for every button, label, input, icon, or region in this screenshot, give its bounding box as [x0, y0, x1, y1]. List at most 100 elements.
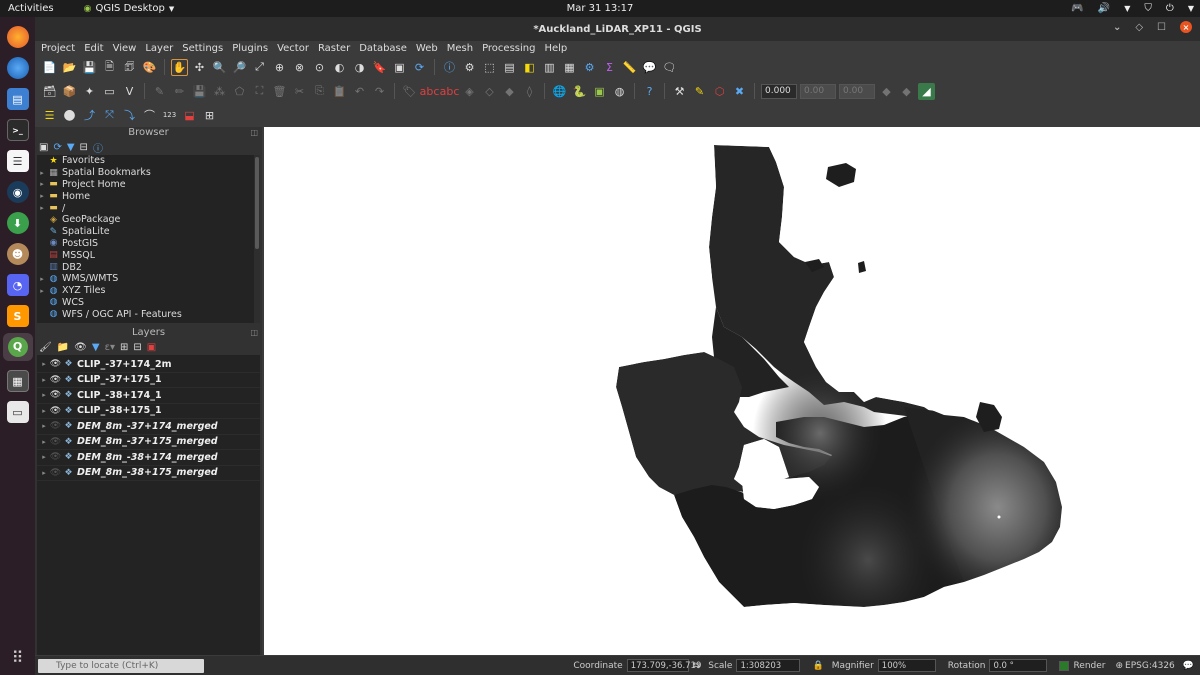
expand-arrow-icon[interactable]: ▸: [37, 287, 47, 295]
profile-tool-icon[interactable]: ◢: [918, 82, 935, 100]
menu-processing[interactable]: Processing: [482, 43, 535, 54]
thunderbird-icon[interactable]: [6, 57, 29, 79]
select-features-icon[interactable]: ⬚: [481, 59, 498, 76]
chevron-down-icon[interactable]: ▼: [1124, 4, 1130, 13]
pan-to-selection-icon[interactable]: ✣: [191, 59, 208, 76]
layer-row[interactable]: ▸ 👁 ❖ CLIP_-38+174_1: [37, 388, 260, 404]
expand-arrow-icon[interactable]: ▸: [39, 407, 49, 415]
label-move-icon[interactable]: ◇: [481, 83, 498, 100]
refresh-icon[interactable]: ⟳: [411, 59, 428, 76]
add-delimited-icon[interactable]: V: [121, 83, 138, 100]
open-project-icon[interactable]: 📂: [61, 59, 78, 76]
menu-mesh[interactable]: Mesh: [447, 43, 473, 54]
expand-arrow-icon[interactable]: ▸: [39, 438, 49, 446]
calculator-icon[interactable]: ▦: [6, 370, 29, 392]
layer-row[interactable]: ▸ 👁 ❖ DEM_8m_-38+175_merged: [37, 466, 260, 481]
browser-item[interactable]: ▸ ▬ /: [37, 202, 260, 214]
browser-item[interactable]: ▸ ◍ WMS/WMTS: [37, 273, 260, 285]
grid-icon[interactable]: ⊞: [201, 107, 218, 124]
visibility-eye-icon[interactable]: 👁: [49, 452, 62, 462]
tag-icon[interactable]: ◆: [878, 83, 895, 100]
expand-arrow-icon[interactable]: ▸: [39, 376, 49, 384]
menu-view[interactable]: View: [113, 43, 137, 54]
crs-icon[interactable]: ⊕: [1115, 661, 1123, 671]
undo-icon[interactable]: ↶: [351, 83, 368, 100]
layout-manager-icon[interactable]: 🗊: [121, 59, 138, 76]
browser-scrollbar[interactable]: [254, 155, 260, 323]
firefox-icon[interactable]: [6, 26, 29, 48]
browser-item[interactable]: ▸ ▦ Spatial Bookmarks: [37, 167, 260, 179]
stats-icon[interactable]: ▦: [561, 59, 578, 76]
collapse-all-icon[interactable]: ⊟: [133, 342, 141, 353]
app-menu[interactable]: ◉ QGIS Desktop ▼: [84, 3, 175, 14]
pencil-icon[interactable]: ✏: [171, 83, 188, 100]
close-icon[interactable]: ×: [1180, 21, 1192, 33]
filter-icon[interactable]: ▼: [67, 142, 75, 153]
browser-item[interactable]: ▸ ◍ XYZ Tiles: [37, 285, 260, 297]
layer-row[interactable]: ▸ 👁 ❖ CLIP_-37+175_1: [37, 373, 260, 388]
xy-tool-icon[interactable]: ⤧: [101, 107, 118, 124]
render-checkbox[interactable]: [1059, 660, 1070, 671]
data-source-manager-icon[interactable]: 🗃: [41, 83, 58, 100]
lock-icon[interactable]: 🔒: [812, 661, 823, 671]
layer-row[interactable]: ▸ 👁 ❖ CLIP_-37+174_2m: [37, 357, 260, 373]
collapse-all-icon[interactable]: ⊟: [80, 142, 88, 153]
layout-icon[interactable]: 🗎: [101, 59, 118, 76]
advanced-digitizing-icon[interactable]: ⚒: [671, 83, 688, 100]
text-editor-icon[interactable]: ☰: [6, 150, 29, 172]
chevron-icon[interactable]: ⌄: [1113, 22, 1121, 33]
show-applications-icon[interactable]: ⠿: [12, 648, 24, 667]
browser-item[interactable]: ◉ PostGIS: [37, 238, 260, 250]
discord-icon[interactable]: ◔: [6, 274, 29, 296]
terminal-icon[interactable]: >_: [6, 119, 29, 141]
new-bookmark-icon[interactable]: 🔖: [371, 59, 388, 76]
browser-item[interactable]: ◍ WFS / OGC API - Features: [37, 308, 260, 320]
line-tool-icon[interactable]: ⤴: [81, 107, 98, 124]
layers-tree[interactable]: ▸ 👁 ❖ CLIP_-37+174_2m ▸ 👁 ❖ CLIP_-37+175_1 ▸ 👁 ❖ CL…: [37, 355, 260, 655]
map-tips-icon[interactable]: 💬: [641, 59, 658, 76]
shape-digitize-icon[interactable]: ⬡: [711, 83, 728, 100]
globe-plugin-icon[interactable]: 🌐: [551, 83, 568, 100]
zoom-in-icon[interactable]: 🔍: [211, 59, 228, 76]
layer-row[interactable]: ▸ 👁 ❖ DEM_8m_-38+174_merged: [37, 450, 260, 466]
add-group-icon[interactable]: 📁: [57, 342, 69, 353]
transform-icon[interactable]: ⬓: [181, 107, 198, 124]
redo-icon[interactable]: ↷: [371, 83, 388, 100]
scale-field[interactable]: 1:308203: [736, 659, 801, 672]
zoom-next-icon[interactable]: ◑: [351, 59, 368, 76]
visibility-eye-icon[interactable]: 👁: [49, 421, 62, 431]
attribute-table-icon[interactable]: ▤: [501, 59, 518, 76]
copy-icon[interactable]: ⎘: [311, 83, 328, 100]
crs-label[interactable]: EPSG:4326: [1125, 661, 1175, 671]
menu-raster[interactable]: Raster: [318, 43, 350, 54]
menu-plugins[interactable]: Plugins: [232, 43, 268, 54]
expand-arrow-icon[interactable]: ▸: [39, 469, 49, 477]
undock-icon[interactable]: ◫: [250, 328, 258, 337]
power-icon[interactable]: ⏻: [1166, 3, 1174, 14]
zoom-native-icon[interactable]: ⊙: [311, 59, 328, 76]
minimize-icon[interactable]: ◇: [1135, 22, 1143, 33]
layer-row[interactable]: ▸ 👁 ❖ CLIP_-38+175_1: [37, 404, 260, 419]
digitize-icon[interactable]: ⁂: [211, 83, 228, 100]
filter-legend-icon[interactable]: ▼: [92, 342, 100, 353]
expand-arrow-icon[interactable]: ▸: [39, 360, 49, 368]
expand-arrow-icon[interactable]: ▸: [37, 192, 47, 200]
expand-arrow-icon[interactable]: ▸: [37, 275, 47, 283]
style-manager-icon[interactable]: 🎨: [141, 59, 158, 76]
rotation-value-field[interactable]: 0.000: [761, 83, 797, 99]
qgis-icon[interactable]: Q: [2, 333, 33, 361]
delete-icon[interactable]: 🗑: [271, 83, 288, 100]
measure-icon[interactable]: 📏: [621, 59, 638, 76]
visibility-eye-icon[interactable]: 👁: [49, 375, 62, 385]
deselect-icon[interactable]: ◧: [521, 59, 538, 76]
chevron-down-icon[interactable]: ▼: [1188, 4, 1194, 13]
label-pin-icon[interactable]: abc: [440, 83, 460, 100]
identify-icon[interactable]: ⓘ: [441, 59, 458, 76]
zoom-last-icon[interactable]: ◐: [331, 59, 348, 76]
expand-arrow-icon[interactable]: ▸: [39, 391, 49, 399]
cut-icon[interactable]: ✂: [291, 83, 308, 100]
visibility-eye-icon[interactable]: 👁: [49, 468, 62, 478]
zoom-out-icon[interactable]: 🔎: [231, 59, 248, 76]
zoom-layer-icon[interactable]: ⊗: [291, 59, 308, 76]
messages-icon[interactable]: 💬: [1183, 661, 1194, 671]
